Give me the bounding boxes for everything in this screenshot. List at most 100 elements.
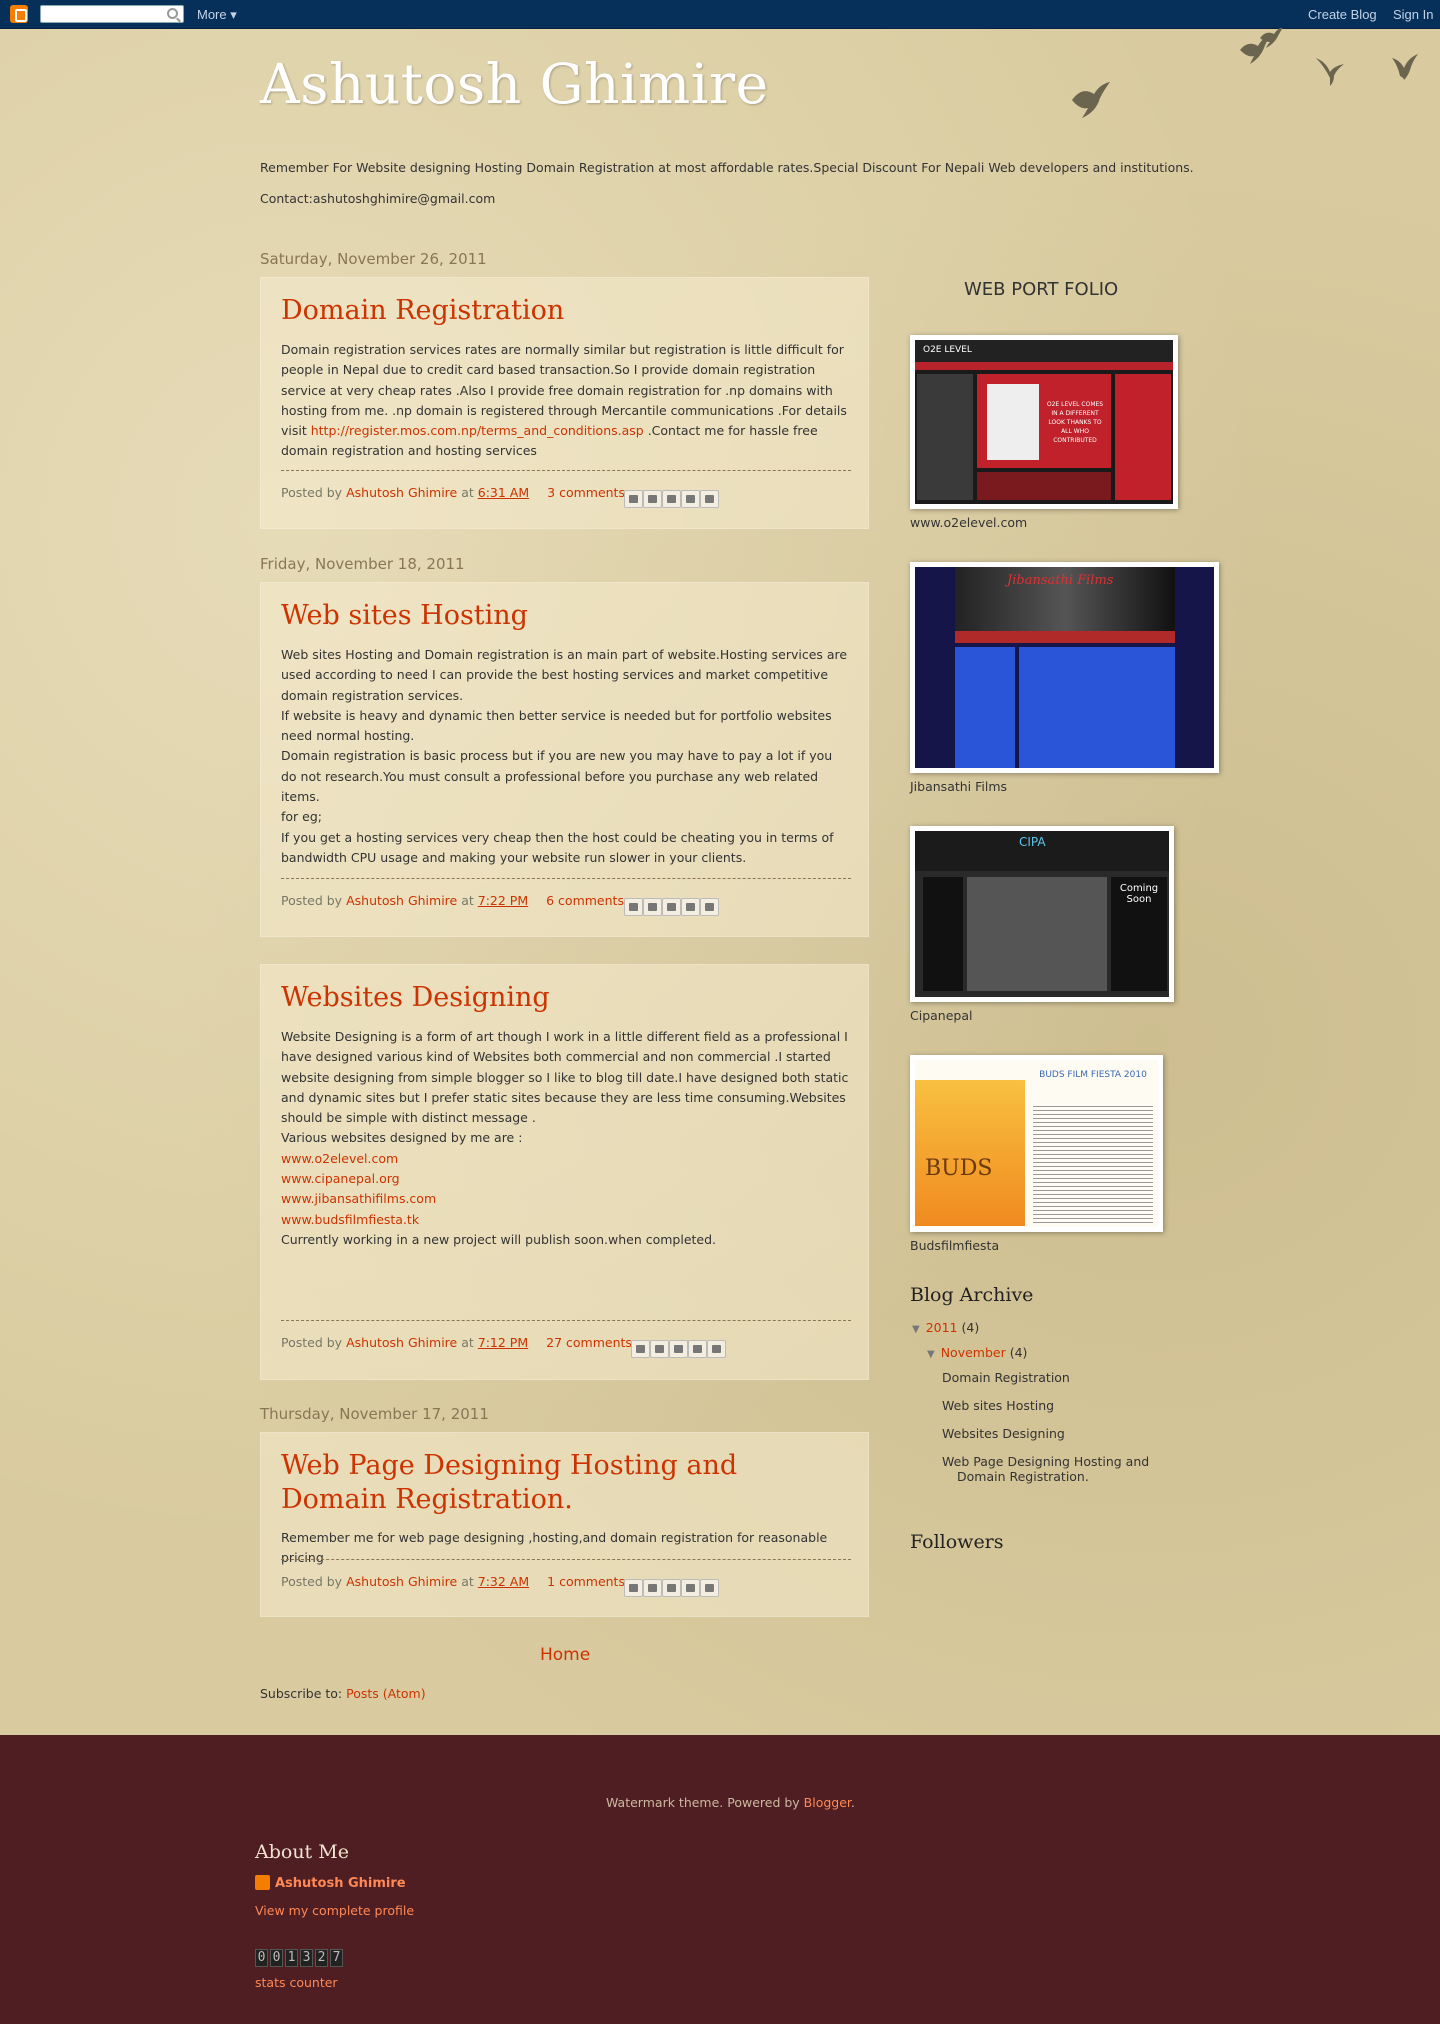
portfolio-image-jibansathi[interactable]: Jibansathi Films <box>910 562 1219 773</box>
posted-by-label: Posted by <box>281 1574 343 1589</box>
archive-post-link-continued[interactable]: Domain Registration. <box>957 1469 1089 1484</box>
comments-link[interactable]: 27 comments <box>546 1335 632 1350</box>
twitter-icon[interactable] <box>669 1340 688 1358</box>
pinterest-icon[interactable] <box>700 898 719 916</box>
post-title[interactable]: Domain Registration <box>281 294 564 328</box>
stats-counter-link[interactable]: stats counter <box>255 1975 338 1990</box>
timestamp-link[interactable]: 6:31 AM <box>478 485 529 500</box>
screen-article-text <box>1033 1106 1153 1226</box>
screen-caption: O2E LEVEL COMES IN A DIFFERENT LOOK THAN… <box>1046 401 1104 444</box>
at-label: at <box>461 1335 474 1350</box>
counter-digit: 0 <box>255 1949 268 1967</box>
facebook-icon[interactable] <box>681 490 700 508</box>
comments-link[interactable]: 1 comments <box>547 1574 625 1589</box>
post-title[interactable]: Websites Designing <box>281 981 550 1015</box>
sign-in-link[interactable]: Sign In <box>1393 7 1433 22</box>
pinterest-icon[interactable] <box>700 490 719 508</box>
blogthis-icon[interactable] <box>643 1579 662 1597</box>
facebook-icon[interactable] <box>681 898 700 916</box>
posts-atom-link[interactable]: Posts (Atom) <box>346 1686 425 1701</box>
blogger-logo-icon[interactable] <box>10 5 28 23</box>
portfolio-image-buds[interactable]: BUDS BUDS FILM FIESTA 2010 <box>910 1055 1163 1232</box>
website-link[interactable]: www.cipanepal.org <box>281 1171 400 1186</box>
collapse-toggle-icon[interactable]: ▼ <box>927 1349 935 1360</box>
about-me-title: About Me <box>255 1841 349 1863</box>
twitter-icon[interactable] <box>662 490 681 508</box>
facebook-icon[interactable] <box>688 1340 707 1358</box>
blogthis-icon[interactable] <box>643 490 662 508</box>
facebook-icon[interactable] <box>681 1579 700 1597</box>
post-title[interactable]: Web sites Hosting <box>281 599 528 633</box>
blogthis-icon[interactable] <box>643 898 662 916</box>
counter-digit: 2 <box>315 1949 328 1967</box>
more-menu[interactable]: More ▾ <box>197 7 237 23</box>
create-blog-link[interactable]: Create Blog <box>1308 7 1377 22</box>
email-icon[interactable] <box>624 1579 643 1597</box>
author-link[interactable]: Ashutosh Ghimire <box>346 485 457 500</box>
visit-counter[interactable]: 0 0 1 3 2 7 <box>255 1949 343 1967</box>
blogthis-icon[interactable] <box>650 1340 669 1358</box>
screen-right-column <box>1115 374 1171 500</box>
archive-post-link[interactable]: Web sites Hosting <box>942 1398 1054 1413</box>
screen-content <box>967 877 1107 991</box>
posted-by-label: Posted by <box>281 893 343 908</box>
email-icon[interactable] <box>624 490 643 508</box>
portfolio-image-cipanepal[interactable]: CIPA Coming Soon <box>910 826 1174 1002</box>
post-text: If you get a hosting services very cheap… <box>281 829 834 865</box>
blog-contact: Contact:ashutoshghimire@gmail.com <box>260 191 496 206</box>
search-input[interactable] <box>41 6 159 22</box>
powered-text: Watermark theme. Powered by <box>606 1795 804 1810</box>
collapse-toggle-icon[interactable]: ▼ <box>912 1324 920 1335</box>
blog-title[interactable]: Ashutosh Ghimire <box>260 52 769 116</box>
twitter-icon[interactable] <box>662 1579 681 1597</box>
date-header: Thursday, November 17, 2011 <box>260 1405 489 1423</box>
pinterest-icon[interactable] <box>700 1579 719 1597</box>
comments-link[interactable]: 3 comments <box>547 485 625 500</box>
screen-brand: Jibansathi Films <box>1007 573 1114 588</box>
timestamp-link[interactable]: 7:22 PM <box>478 893 528 908</box>
website-link[interactable]: www.jibansathifilms.com <box>281 1191 436 1206</box>
search-box[interactable] <box>40 5 184 23</box>
post-title[interactable]: Web Page Designing Hosting and Domain Re… <box>281 1449 841 1517</box>
email-icon[interactable] <box>624 898 643 916</box>
website-link[interactable]: www.o2elevel.com <box>281 1151 398 1166</box>
post-link[interactable]: http://register.mos.com.np/terms_and_con… <box>311 423 644 438</box>
blogger-link[interactable]: Blogger <box>804 1795 851 1810</box>
home-link[interactable]: Home <box>540 1645 590 1665</box>
profile-name[interactable]: Ashutosh Ghimire <box>255 1875 406 1891</box>
share-buttons <box>624 490 719 508</box>
portfolio-image-o2elevel[interactable]: O2E LEVEL O2E LEVEL COMES IN A DIFFERENT… <box>910 335 1178 509</box>
search-icon[interactable] <box>167 8 178 19</box>
followers-title: Followers <box>910 1531 1004 1553</box>
post: Websites Designing Website Designing is … <box>260 964 869 1380</box>
screen-brand: CIPA <box>1019 835 1046 849</box>
profile-name-text[interactable]: Ashutosh Ghimire <box>275 1876 406 1891</box>
post-text: Various websites designed by me are : <box>281 1130 523 1146</box>
powered-by: Watermark theme. Powered by Blogger. <box>606 1795 855 1810</box>
post-body: Domain registration services rates are n… <box>281 340 851 462</box>
screen-title: BUDS FILM FIESTA 2010 <box>1039 1070 1147 1080</box>
view-profile-link[interactable]: View my complete profile <box>255 1903 414 1918</box>
author-link[interactable]: Ashutosh Ghimire <box>346 893 457 908</box>
archive-month-link[interactable]: November <box>941 1345 1006 1360</box>
twitter-icon[interactable] <box>662 898 681 916</box>
timestamp-link[interactable]: 7:32 AM <box>478 1574 529 1589</box>
date-header: Saturday, November 26, 2011 <box>260 250 487 268</box>
share-buttons <box>631 1340 726 1358</box>
post-footer: Posted by Ashutosh Ghimire at 7:12 PM 27… <box>281 1320 851 1358</box>
email-icon[interactable] <box>631 1340 650 1358</box>
archive-post-link[interactable]: Websites Designing <box>942 1426 1065 1441</box>
timestamp-link[interactable]: 7:12 PM <box>478 1335 528 1350</box>
archive-post-link[interactable]: Web Page Designing Hosting and <box>942 1454 1149 1469</box>
comments-link[interactable]: 6 comments <box>546 893 624 908</box>
website-link[interactable]: www.budsfilmfiesta.tk <box>281 1212 419 1227</box>
archive-post-link[interactable]: Domain Registration <box>942 1370 1070 1385</box>
archive-year-link[interactable]: 2011 <box>926 1320 958 1335</box>
blogger-profile-icon <box>255 1875 270 1890</box>
pinterest-icon[interactable] <box>707 1340 726 1358</box>
screen-sidebar <box>955 647 1015 768</box>
author-link[interactable]: Ashutosh Ghimire <box>346 1574 457 1589</box>
post-text: If website is heavy and dynamic then bet… <box>281 707 832 744</box>
screen-menu-bar <box>955 631 1175 643</box>
author-link[interactable]: Ashutosh Ghimire <box>346 1335 457 1350</box>
